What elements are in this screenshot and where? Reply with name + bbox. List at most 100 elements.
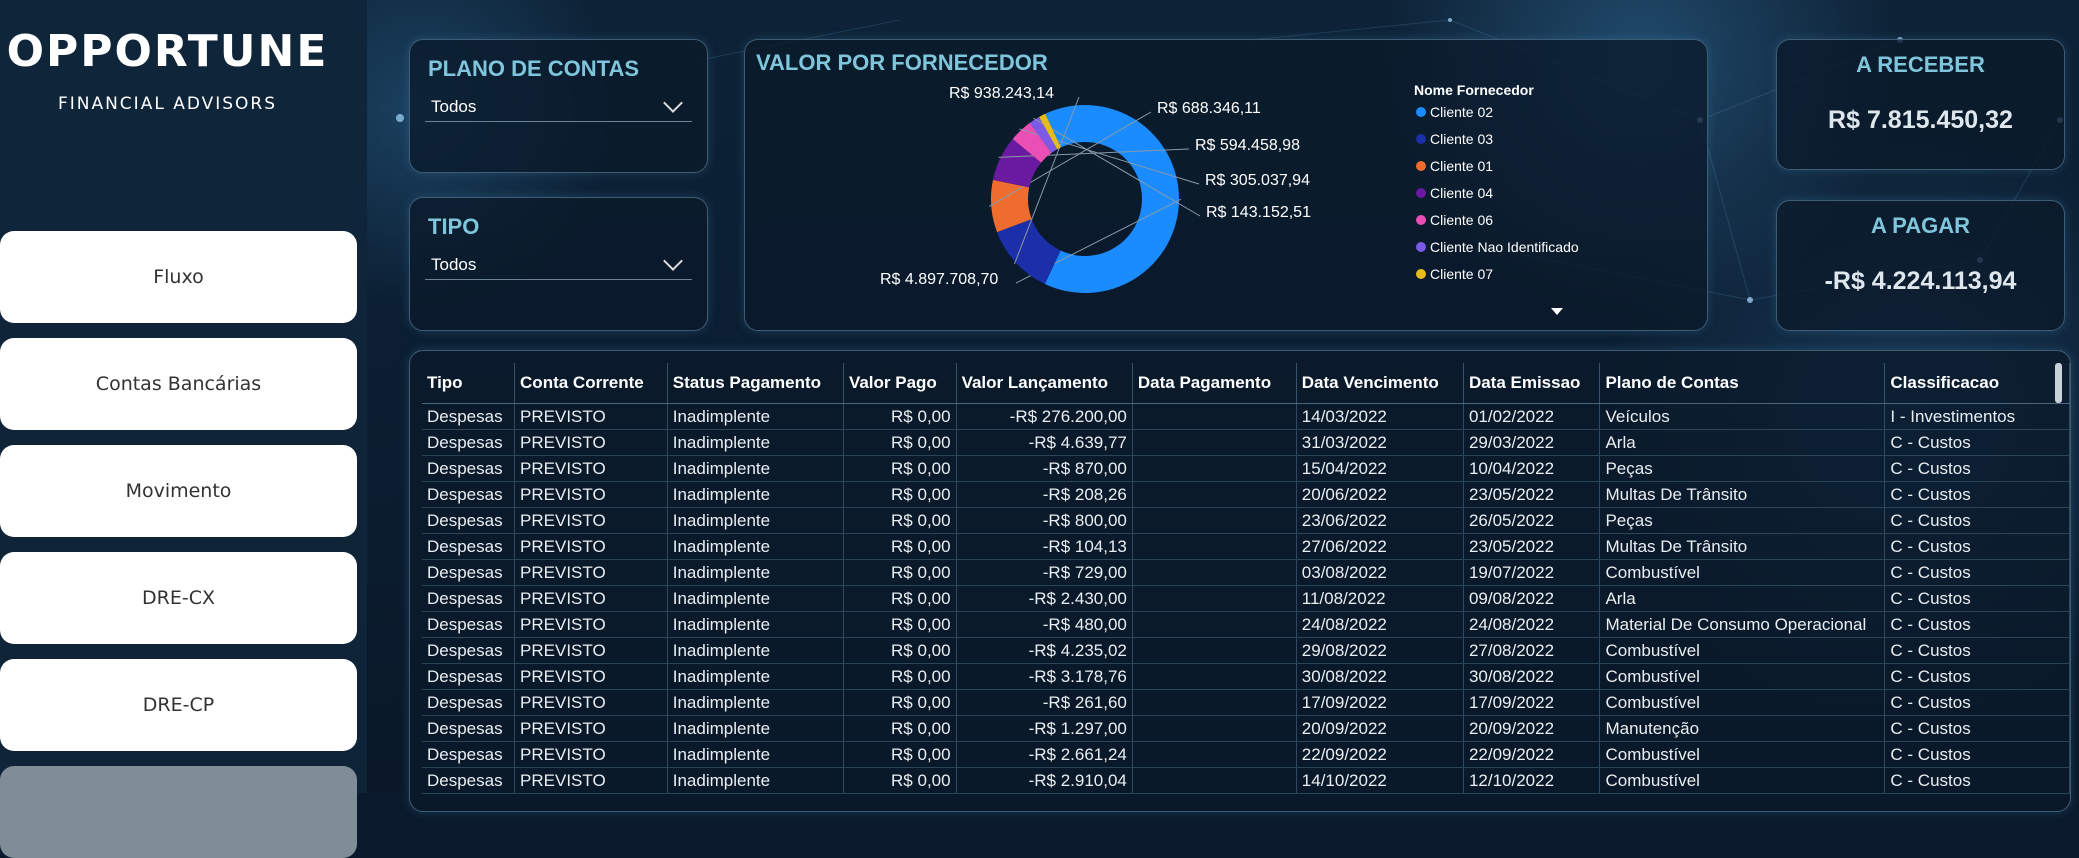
table-cell: PREVISTO	[514, 689, 668, 716]
table-cell: 27/06/2022	[1296, 533, 1464, 560]
table-row[interactable]: Despesas PREVISTO Inadimplente R$ 0,00 -R$ 1…	[422, 533, 2070, 560]
caret-down-icon[interactable]	[1550, 307, 1564, 317]
legend-item[interactable]: Cliente 02	[1416, 104, 1493, 120]
table-cell: PREVISTO	[514, 663, 668, 690]
legend-label: Cliente 06	[1430, 212, 1494, 228]
table-cell: C - Custos	[1884, 429, 2070, 456]
plano-dropdown[interactable]: Todos	[425, 92, 692, 122]
table-cell: -R$ 4.639,77	[956, 429, 1133, 456]
table-cell: 11/08/2022	[1296, 585, 1464, 612]
table-cell: R$ 0,00	[843, 585, 957, 612]
data-label: R$ 688.346,11	[1157, 100, 1261, 117]
column-header[interactable]: Tipo	[422, 363, 516, 404]
legend-label: Cliente 07	[1430, 266, 1494, 282]
column-header[interactable]: Valor Lançamento	[956, 363, 1133, 404]
table-cell: C - Custos	[1884, 559, 2070, 586]
table-cell: 23/05/2022	[1463, 533, 1601, 560]
brand-tagline: FINANCIAL ADVISORS	[57, 94, 278, 114]
table-row[interactable]: Despesas PREVISTO Inadimplente R$ 0,00 -R$ 2…	[422, 741, 2070, 768]
column-header[interactable]: Data Vencimento	[1296, 363, 1464, 404]
column-header[interactable]: Data Pagamento	[1132, 363, 1297, 404]
column-header[interactable]: Plano de Contas	[1599, 363, 1886, 404]
table-cell: Despesas	[422, 741, 516, 768]
nav-button-fluxo[interactable]: Fluxo	[0, 231, 357, 323]
table-cell: R$ 0,00	[843, 741, 957, 768]
table-row[interactable]: Despesas PREVISTO Inadimplente R$ 0,00 -R$ 2…	[422, 767, 2070, 794]
table-cell: 24/08/2022	[1296, 611, 1464, 638]
table-cell: Inadimplente	[667, 481, 844, 508]
column-header[interactable]: Classificacao	[1884, 363, 2070, 404]
tipo-dropdown[interactable]: Todos	[425, 250, 692, 280]
table-cell: C - Custos	[1884, 533, 2070, 560]
table-cell: 14/03/2022	[1296, 403, 1464, 430]
table-cell: PREVISTO	[514, 481, 668, 508]
table-row[interactable]: Despesas PREVISTO Inadimplente R$ 0,00 -R$ 7…	[422, 559, 2070, 586]
table-row[interactable]: Despesas PREVISTO Inadimplente R$ 0,00 -R$ 2…	[422, 481, 2070, 508]
table-cell: C - Custos	[1884, 611, 2070, 638]
legend-item[interactable]: Cliente 07	[1416, 266, 1493, 282]
table-cell: PREVISTO	[514, 455, 668, 482]
table-cell: 09/08/2022	[1463, 585, 1601, 612]
chart-title: VALOR POR FORNECEDOR	[756, 50, 1048, 75]
nav-button-contas-bancarias[interactable]: Contas Bancárias	[0, 338, 357, 430]
table-cell: C - Custos	[1884, 507, 2070, 534]
data-label: R$ 143.152,51	[1206, 204, 1311, 221]
table-cell: R$ 0,00	[843, 559, 957, 586]
nav-button-movimento[interactable]: Movimento	[0, 445, 357, 537]
table-cell: R$ 0,00	[843, 455, 957, 482]
table-cell: -R$ 104,13	[956, 533, 1133, 560]
table-row[interactable]: Despesas PREVISTO Inadimplente R$ 0,00 -R$ 1…	[422, 715, 2070, 742]
table-scrollbar[interactable]	[2055, 363, 2062, 403]
nav-button-dre-cx[interactable]: DRE-CX	[0, 552, 357, 644]
table-cell: R$ 0,00	[843, 611, 957, 638]
kpi-card-receber: A RECEBER R$ 7.815.450,32	[1776, 39, 2065, 170]
table-cell: -R$ 276.200,00	[956, 403, 1133, 430]
table-cell	[1132, 741, 1297, 768]
table-cell: Despesas	[422, 429, 516, 456]
table-cell: 23/06/2022	[1296, 507, 1464, 534]
table-cell: 20/09/2022	[1296, 715, 1464, 742]
table-header-row: Tipo Conta Corrente Status Pagamento Valor …	[422, 363, 2070, 404]
table-cell: Combustível	[1599, 559, 1886, 586]
table-row[interactable]: Despesas PREVISTO Inadimplente R$ 0,00 -R$ 2…	[422, 403, 2070, 430]
table-cell: PREVISTO	[514, 429, 668, 456]
table-cell: Inadimplente	[667, 715, 844, 742]
legend-dot-icon	[1416, 188, 1426, 198]
legend-item[interactable]: Cliente 04	[1416, 185, 1493, 201]
table-row[interactable]: Despesas PREVISTO Inadimplente R$ 0,00 -R$ 4…	[422, 637, 2070, 664]
table-row[interactable]: Despesas PREVISTO Inadimplente R$ 0,00 -R$ 3…	[422, 663, 2070, 690]
legend-item[interactable]: Cliente Nao Identificado	[1416, 239, 1579, 255]
table-cell: Combustível	[1599, 663, 1886, 690]
column-header[interactable]: Conta Corrente	[514, 363, 668, 404]
filter-card-plano: PLANO DE CONTAS Todos	[409, 39, 708, 173]
table-cell	[1132, 611, 1297, 638]
table-cell: 15/04/2022	[1296, 455, 1464, 482]
table-cell: Peças	[1599, 455, 1886, 482]
table-row[interactable]: Despesas PREVISTO Inadimplente R$ 0,00 -R$ 2…	[422, 585, 2070, 612]
table-cell: Inadimplente	[667, 559, 844, 586]
table-cell: PREVISTO	[514, 611, 668, 638]
table-cell: -R$ 870,00	[956, 455, 1133, 482]
table-cell: Despesas	[422, 481, 516, 508]
table-row[interactable]: Despesas PREVISTO Inadimplente R$ 0,00 -R$ 8…	[422, 455, 2070, 482]
column-header[interactable]: Valor Pago	[843, 363, 957, 404]
table-cell: Manutenção	[1599, 715, 1886, 742]
table-row[interactable]: Despesas PREVISTO Inadimplente R$ 0,00 -R$ 4…	[422, 611, 2070, 638]
table-cell: I - Investimentos	[1884, 403, 2070, 430]
table-cell: Combustível	[1599, 689, 1886, 716]
column-header[interactable]: Status Pagamento	[667, 363, 844, 404]
table-row[interactable]: Despesas PREVISTO Inadimplente R$ 0,00 -R$ 2…	[422, 689, 2070, 716]
table-row[interactable]: Despesas PREVISTO Inadimplente R$ 0,00 -R$ 8…	[422, 507, 2070, 534]
table-cell: 20/06/2022	[1296, 481, 1464, 508]
table-cell: Despesas	[422, 637, 516, 664]
legend-item[interactable]: Cliente 06	[1416, 212, 1493, 228]
data-label: R$ 594.458,98	[1195, 137, 1300, 154]
column-header[interactable]: Data Emissao	[1463, 363, 1601, 404]
legend-item[interactable]: Cliente 03	[1416, 131, 1493, 147]
table-cell: 23/05/2022	[1463, 481, 1601, 508]
sidebar: OPPORTUNE FINANCIAL ADVISORS Fluxo Conta…	[0, 0, 367, 858]
table-row[interactable]: Despesas PREVISTO Inadimplente R$ 0,00 -R$ 4…	[422, 429, 2070, 456]
legend-item[interactable]: Cliente 01	[1416, 158, 1493, 174]
nav-button-dre-cp[interactable]: DRE-CP	[0, 659, 357, 751]
nav-button-partial[interactable]	[0, 766, 357, 858]
